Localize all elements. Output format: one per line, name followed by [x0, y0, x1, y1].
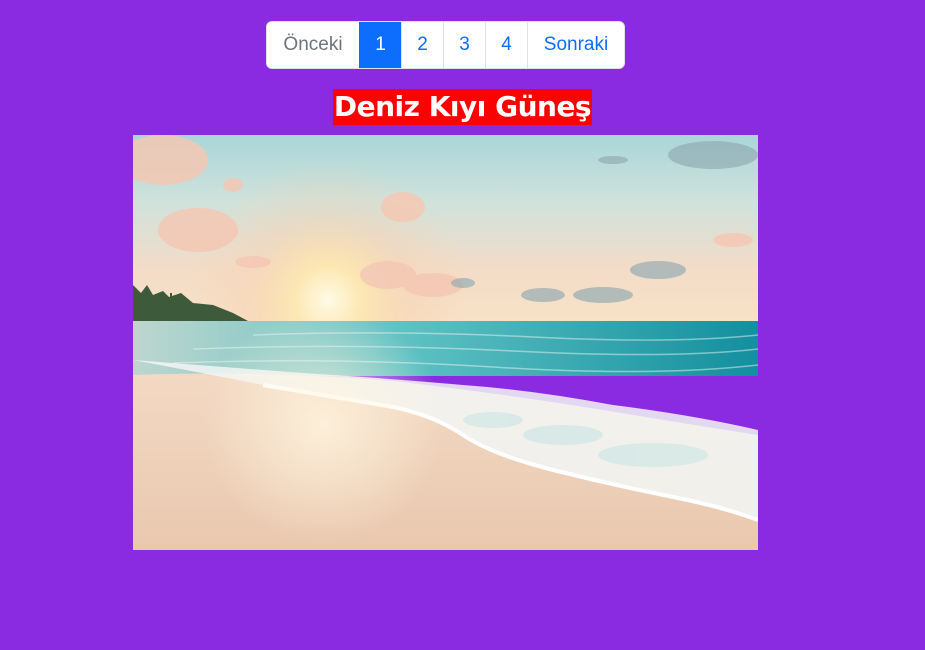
page: Önceki 1 2 3 4 Sonraki Deniz Kıyı Güneş — [0, 0, 925, 650]
prev-page-button[interactable]: Önceki — [267, 22, 359, 68]
page-1-button[interactable]: 1 — [359, 22, 401, 68]
title-wrapper: Deniz Kıyı Güneş — [0, 89, 925, 125]
page-title: Deniz Kıyı Güneş — [332, 89, 593, 125]
page-2-button[interactable]: 2 — [401, 22, 443, 68]
next-page-button[interactable]: Sonraki — [527, 22, 624, 68]
beach-sunset-photo — [133, 135, 758, 550]
pagination: Önceki 1 2 3 4 Sonraki — [266, 21, 625, 69]
page-3-button[interactable]: 3 — [443, 22, 485, 68]
page-4-button[interactable]: 4 — [485, 22, 527, 68]
